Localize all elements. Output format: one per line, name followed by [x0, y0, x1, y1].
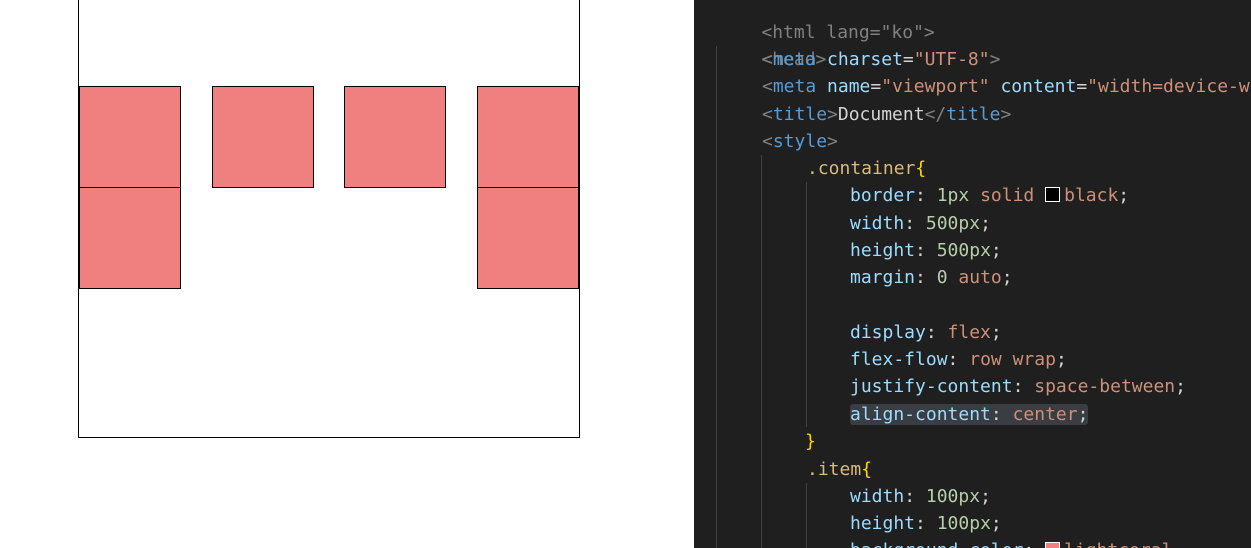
code-token: auto — [958, 267, 1002, 288]
flex-item — [477, 187, 579, 289]
code-token: display — [850, 322, 926, 343]
code-token: black — [1064, 185, 1119, 206]
code-line: justify-content: space-between; — [850, 376, 1186, 397]
code-token: border — [850, 185, 916, 206]
code-token: 500px — [925, 213, 981, 234]
code-line: width: 100px; — [850, 486, 991, 507]
flex-container — [78, 0, 580, 438]
color-swatch-icon[interactable] — [1045, 187, 1061, 202]
code-token: .item — [807, 459, 862, 480]
code-token: Document — [837, 104, 925, 125]
code-token: height — [850, 513, 916, 534]
code-line: <html lang="ko"> — [718, 0, 934, 43]
code-token: margin — [850, 267, 916, 288]
code-token: space-between — [1034, 376, 1176, 397]
code-token: 0 — [936, 267, 948, 288]
code-line: .item{ — [807, 459, 873, 480]
code-line: <meta name="viewport" content="width=dev… — [762, 76, 1250, 97]
code-token: 100px — [925, 486, 981, 507]
code-token: width — [850, 213, 905, 234]
code-token: center — [1012, 404, 1078, 425]
browser-preview — [0, 0, 694, 548]
code-token: meta — [772, 49, 817, 70]
code-token: width — [850, 486, 905, 507]
code-line: .container{ — [807, 158, 927, 179]
flex-item — [344, 86, 446, 188]
indent-guide — [761, 155, 762, 548]
code-token: meta — [772, 76, 817, 97]
code-token: solid — [980, 185, 1035, 206]
code-token: align-content — [850, 404, 991, 425]
code-line: margin: 0 auto; — [850, 267, 1013, 288]
code-line: height: 100px; — [850, 513, 1002, 534]
code-token: charset — [827, 49, 903, 70]
code-token: title — [772, 104, 828, 125]
code-token: "UTF-8" — [913, 49, 990, 70]
code-token: 1px — [936, 185, 970, 206]
indent-guide — [806, 182, 807, 427]
code-line: } — [805, 428, 816, 455]
code-line: <head> — [718, 19, 826, 70]
code-line: flex-flow: row wrap; — [850, 349, 1067, 370]
code-token: } — [805, 431, 816, 452]
code-line: display: flex; — [850, 322, 1002, 343]
code-token: "width=device-w — [1087, 76, 1250, 97]
flex-item — [212, 86, 314, 188]
flex-item — [79, 86, 181, 188]
code-token: row wrap — [969, 349, 1056, 370]
code-token: content — [1000, 76, 1077, 97]
code-token: height — [850, 240, 916, 261]
code-line: height: 500px; — [850, 240, 1002, 261]
code-token: 100px — [936, 513, 991, 534]
code-line: background-color: lightcoral — [850, 537, 1172, 548]
code-token: style — [772, 131, 828, 152]
code-token: justify-content — [850, 376, 1013, 397]
code-line: <meta charset="UTF-8"> — [762, 49, 1001, 70]
code-token: title — [946, 104, 1001, 125]
code-token: lightcoral — [1064, 540, 1172, 548]
code-token: flex-flow — [850, 349, 948, 370]
selection-highlight: align-content: center; — [850, 404, 1089, 425]
indent-guide — [806, 483, 807, 548]
flex-item — [477, 86, 579, 188]
indent-guide — [716, 46, 717, 548]
code-line-highlighted: align-content: center; — [850, 401, 1089, 428]
code-token: name — [827, 76, 871, 97]
code-token: flex — [947, 322, 991, 343]
code-editor[interactable]: <html lang="ko"> <head> <meta charset="U… — [694, 0, 1251, 548]
flex-item — [79, 187, 181, 289]
color-swatch-icon[interactable] — [1045, 542, 1061, 548]
code-line: width: 500px; — [850, 213, 991, 234]
code-line: <style> — [762, 131, 838, 152]
code-token: .container — [807, 158, 916, 179]
code-line: border: 1px solid black; — [850, 185, 1130, 206]
code-line: <title>Document</title> — [762, 104, 1012, 125]
code-token: background-color — [850, 540, 1023, 548]
code-token: "viewport" — [881, 76, 990, 97]
code-token: 500px — [936, 240, 991, 261]
